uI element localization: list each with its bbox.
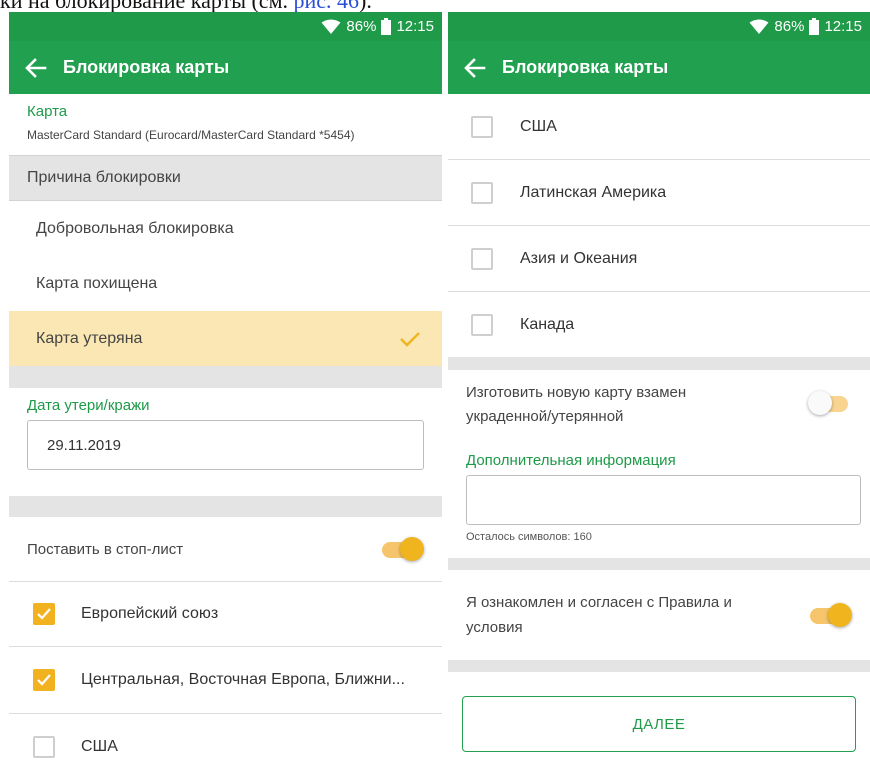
reason-voluntary[interactable]: Добровольная блокировка [9,201,442,256]
region-canada[interactable]: Канада [448,292,870,357]
region-central-europe[interactable]: Центральная, Восточная Европа, Ближни... [9,647,442,714]
status-bar: 86% 12:15 [448,12,870,41]
reason-label: Карта похищена [36,274,158,292]
reason-stolen[interactable]: Карта похищена [9,256,442,311]
app-bar: Блокировка карты [9,41,442,94]
card-value: MasterCard Standard (Eurocard/MasterCard… [27,128,355,142]
new-card-row: Изготовить новую карту взамен украденной… [448,370,870,436]
agree-toggle[interactable] [808,602,852,628]
checkbox-unchecked[interactable] [471,247,493,270]
wifi-icon [749,19,769,34]
region-label: Азия и Океания [520,249,638,267]
spacer-band [9,366,442,388]
checkbox-unchecked[interactable] [471,181,493,204]
region-usa[interactable]: США [9,714,442,772]
checkbox-checked[interactable] [33,669,55,691]
checkbox-unchecked[interactable] [33,735,55,758]
next-container: ДАЛЕЕ [448,672,870,752]
date-label: Дата утери/кражи [27,397,150,414]
back-arrow-icon[interactable] [23,55,49,81]
new-card-line1: Изготовить новую карту взамен [466,384,687,401]
battery-percent: 86% [774,18,805,35]
back-arrow-icon[interactable] [462,55,488,81]
card-info[interactable]: Карта MasterCard Standard (Eurocard/Mast… [9,94,442,155]
region-latin-america[interactable]: Латинская Америка [448,160,870,226]
spacer-band [448,660,870,672]
left-phone-screen: 86% 12:15 Блокировка карты Карта MasterC… [9,12,442,772]
new-card-text: Изготовить новую карту взамен украденной… [466,381,686,429]
date-input[interactable]: 29.11.2019 [27,420,424,470]
next-label: ДАЛЕЕ [632,715,686,733]
reason-label: Карта утеряна [36,329,143,347]
wifi-icon [321,19,341,34]
page-title: Блокировка карты [502,57,669,77]
clock: 12:15 [824,18,862,35]
extra-info-section: Дополнительная информация Осталось симво… [448,436,870,558]
agree-line2: условия [466,619,523,636]
region-label: Латинская Америка [520,183,667,201]
date-value: 29.11.2019 [47,436,121,454]
char-counter: Осталось символов: 160 [466,531,592,543]
battery-percent: 86% [346,18,377,35]
reason-label: Добровольная блокировка [36,219,234,237]
region-eu[interactable]: Европейский союз [9,582,442,647]
extra-info-input[interactable] [466,475,861,525]
agree-line1: Я ознакомлен и согласен с Правила и [466,594,732,611]
agree-text: Я ознакомлен и согласен с Правила и усло… [466,590,732,640]
agree-row: Я ознакомлен и согласен с Правила и усло… [448,570,870,660]
region-label: Центральная, Восточная Европа, Ближни... [81,671,405,688]
region-label: США [81,737,118,755]
region-usa[interactable]: США [448,94,870,160]
spacer-band [448,357,870,370]
clock: 12:15 [396,18,434,35]
extra-info-label: Дополнительная информация [466,452,676,469]
right-phone-screen: 86% 12:15 Блокировка карты США Латинская… [448,12,870,772]
checkbox-unchecked[interactable] [471,313,493,336]
checkmark-icon [400,332,420,347]
card-label: Карта [27,103,68,120]
stop-list-toggle[interactable] [380,536,424,562]
region-label: США [520,117,557,135]
document-caption: ки на блокирование карты (см. рис. 46). [0,0,372,13]
reason-section-header: Причина блокировки [9,155,442,201]
reason-lost[interactable]: Карта утеряна [9,311,442,366]
next-button[interactable]: ДАЛЕЕ [462,696,856,752]
new-card-toggle[interactable] [808,390,852,416]
stop-list-label: Поставить в стоп-лист [27,540,184,558]
battery-icon [381,18,392,35]
checkbox-unchecked[interactable] [471,115,493,138]
status-bar: 86% 12:15 [9,12,442,41]
spacer-band [448,558,870,570]
date-section: Дата утери/кражи 29.11.2019 [9,388,442,496]
checkbox-checked[interactable] [33,603,55,625]
battery-icon [809,18,820,35]
new-card-line2: украденной/утерянной [466,408,624,425]
page-title: Блокировка карты [63,57,230,77]
spacer-band [9,496,442,517]
region-label: Канада [520,315,575,333]
stop-list-row: Поставить в стоп-лист [9,517,442,582]
app-bar: Блокировка карты [448,41,870,94]
region-label: Европейский союз [81,605,219,622]
region-asia-oceania[interactable]: Азия и Океания [448,226,870,292]
